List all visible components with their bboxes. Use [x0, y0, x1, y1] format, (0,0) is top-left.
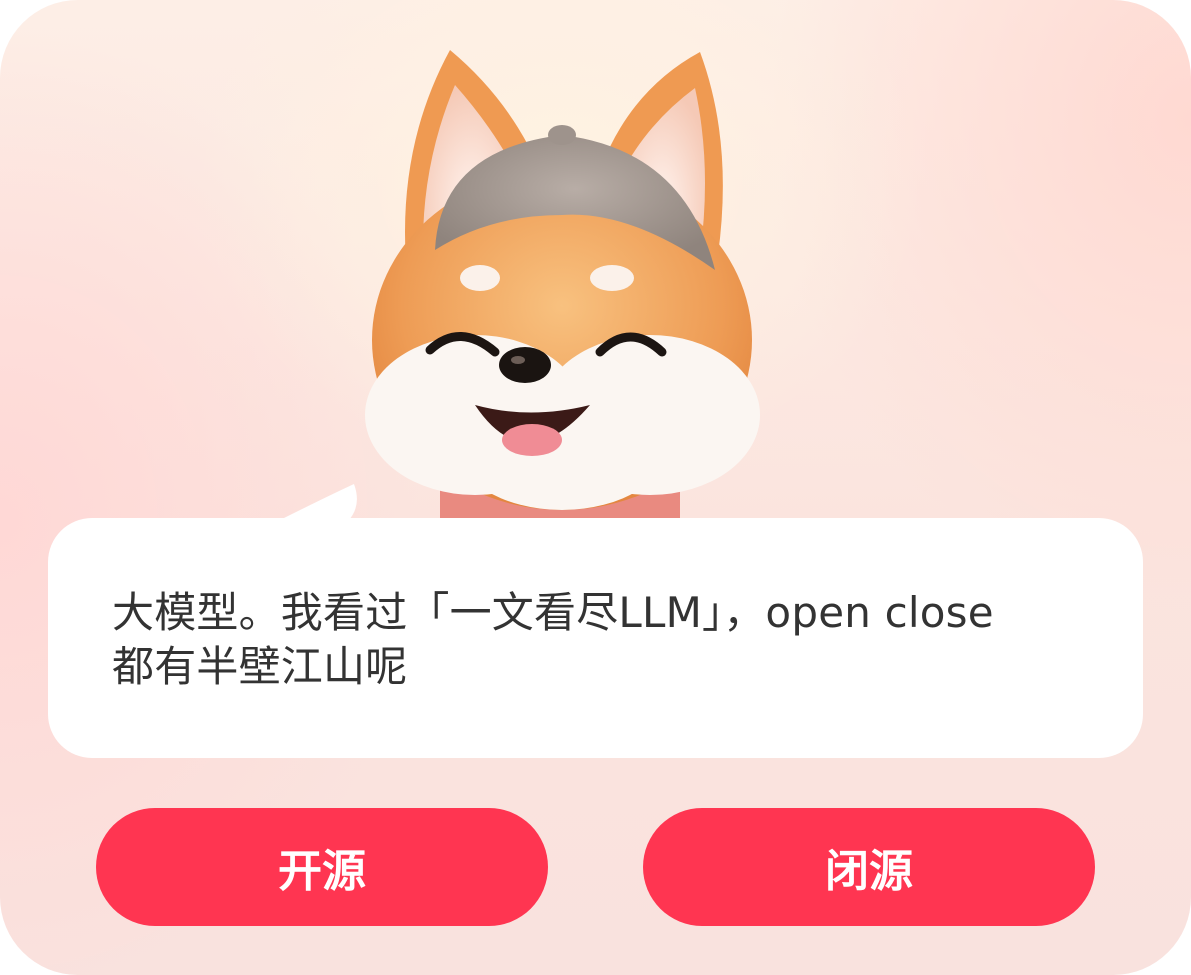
open-source-button[interactable]: 开源	[96, 808, 548, 926]
quiz-card: 大模型。我看过「一文看尽LLM」，open close都有半壁江山呢 开源 闭源	[0, 0, 1191, 975]
closed-source-button[interactable]: 闭源	[643, 808, 1095, 926]
shiba-mascot-image	[300, 40, 820, 520]
dialog-message: 大模型。我看过「一文看尽LLM」，open close都有半壁江山呢	[112, 588, 994, 691]
